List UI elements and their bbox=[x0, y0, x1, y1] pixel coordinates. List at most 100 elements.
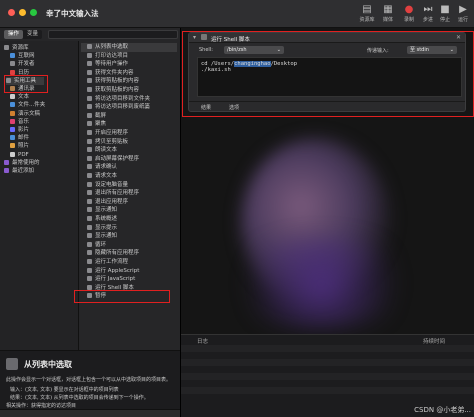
action-item-label: 退出应用程序 bbox=[95, 198, 129, 205]
action-item[interactable]: 截屏 bbox=[87, 112, 106, 121]
library-item[interactable]: 实用工具 bbox=[6, 76, 44, 85]
library-item[interactable]: 互联网 bbox=[10, 52, 35, 60]
action-item-label: 将访达项目移到文件夹 bbox=[95, 95, 151, 102]
library-item[interactable]: 文件...件夹 bbox=[10, 101, 45, 109]
action-item[interactable]: 朗读文本 bbox=[87, 146, 117, 155]
action-icon bbox=[87, 267, 92, 273]
action-item[interactable]: 获得剪贴板的内容 bbox=[87, 77, 139, 86]
result-label: 结果： bbox=[10, 395, 26, 401]
shell-label: Shell: bbox=[199, 47, 213, 53]
action-item[interactable]: 显示提示 bbox=[87, 224, 117, 233]
action-icon bbox=[87, 293, 92, 299]
action-item-label: 显示通知 bbox=[95, 207, 118, 214]
action-item[interactable]: 请求文本 bbox=[87, 172, 117, 181]
library-item[interactable]: 最近添加 bbox=[4, 167, 34, 175]
action-icon bbox=[87, 241, 92, 247]
tab-actions[interactable]: 操作 bbox=[4, 30, 24, 39]
collapse-triangle-icon[interactable]: ▾ bbox=[193, 34, 196, 41]
action-item[interactable]: 从列表中选取 bbox=[81, 43, 177, 52]
script-editor[interactable]: cd /Users/changinghao/Desktop ./kaxi.sh bbox=[197, 57, 462, 97]
library-item-label: 资源库 bbox=[12, 45, 29, 51]
library-item[interactable]: 邮件 bbox=[10, 134, 29, 142]
tab-options[interactable]: 选项 bbox=[229, 104, 239, 111]
action-item[interactable]: 运行 JavaScript bbox=[87, 275, 135, 284]
action-icon bbox=[87, 284, 92, 290]
action-item-label: 请求确认 bbox=[95, 164, 118, 171]
action-icon bbox=[87, 224, 92, 230]
toolbar-media-button[interactable]: ▦ 媒体 bbox=[377, 3, 399, 24]
action-item[interactable]: 聚焦 bbox=[87, 120, 106, 129]
action-item[interactable]: 暂停 bbox=[87, 292, 106, 301]
action-icon bbox=[87, 61, 92, 67]
action-item[interactable]: 显示通知 bbox=[87, 206, 117, 215]
library-item[interactable]: PDF bbox=[10, 151, 29, 159]
shell-select[interactable]: /bin/zsh ⌄ bbox=[224, 46, 284, 54]
action-item-label: 聚焦 bbox=[95, 121, 107, 128]
action-item-label: 启动屏幕保护程序 bbox=[95, 155, 140, 162]
action-item[interactable]: 拷贝至剪贴板 bbox=[87, 138, 128, 147]
action-item[interactable]: 运行 Shell 脚本 bbox=[87, 284, 134, 293]
library-item[interactable]: 影片 bbox=[10, 126, 29, 134]
action-icon bbox=[87, 276, 92, 282]
library-item[interactable]: 文本 bbox=[10, 93, 29, 101]
action-item-label: 运行 JavaScript bbox=[95, 276, 136, 283]
log-area: 日志 持续时间 CSDN @小老弟... bbox=[181, 334, 474, 417]
action-icon bbox=[87, 44, 92, 49]
action-item[interactable]: 运行 AppleScript bbox=[87, 267, 139, 276]
library-item[interactable]: 音乐 bbox=[10, 118, 29, 126]
action-item-label: 显示通知 bbox=[95, 233, 118, 240]
action-item[interactable]: 开启应用程序 bbox=[87, 129, 128, 138]
close-window-button[interactable] bbox=[8, 9, 15, 16]
zoom-window-button[interactable] bbox=[30, 9, 37, 16]
action-icon bbox=[87, 138, 92, 144]
action-item[interactable]: 系统概述 bbox=[87, 215, 117, 224]
action-item[interactable]: 设定电脑音量 bbox=[87, 181, 128, 190]
workflow-pane: ▾ 运行 Shell 脚本 ✕ Shell: /bin/zsh ⌄ 传递输入: … bbox=[180, 28, 474, 417]
library-item[interactable]: 日历 bbox=[10, 69, 29, 77]
action-item[interactable]: 等待用户操作 bbox=[87, 60, 128, 69]
library-item[interactable]: 通讯录 bbox=[10, 85, 35, 93]
category-icon bbox=[10, 61, 15, 67]
action-item[interactable]: 获得文件夹内容 bbox=[87, 69, 134, 78]
action-item[interactable]: 退出应用程序 bbox=[87, 198, 128, 207]
library-item[interactable]: 演示文稿 bbox=[10, 110, 40, 118]
action-item[interactable]: 将访达项目移到文件夹 bbox=[87, 95, 150, 104]
action-item[interactable]: 获取剪贴板的内容 bbox=[87, 86, 139, 95]
category-icon bbox=[4, 45, 9, 50]
action-item[interactable]: 请求确认 bbox=[87, 163, 117, 172]
toolbar-run-button[interactable]: ▶ 运行 bbox=[452, 3, 474, 24]
shell-value: /bin/zsh bbox=[227, 47, 247, 53]
tab-variables[interactable]: 变量 bbox=[23, 30, 42, 39]
action-icon bbox=[87, 173, 92, 178]
action-item[interactable]: 循环 bbox=[87, 241, 106, 250]
toolbar-library-button[interactable]: ▤ 资源库 bbox=[356, 3, 378, 24]
action-item[interactable]: 显示通知 bbox=[87, 232, 117, 241]
run-icon: ▶ bbox=[459, 4, 467, 15]
pass-input-select[interactable]: 至 stdin ⌄ bbox=[407, 46, 457, 54]
close-icon[interactable]: ✕ bbox=[456, 34, 461, 41]
action-item-label: 从列表中选取 bbox=[95, 44, 129, 50]
action-item[interactable]: 退出所有应用程序 bbox=[87, 189, 139, 198]
shell-script-card[interactable]: ▾ 运行 Shell 脚本 ✕ Shell: /bin/zsh ⌄ 传递输入: … bbox=[188, 32, 466, 112]
library-item[interactable]: 资源库 bbox=[4, 44, 29, 52]
tab-results[interactable]: 结果 bbox=[201, 104, 211, 111]
library-item[interactable]: 开发者 bbox=[10, 60, 35, 68]
search-input[interactable] bbox=[48, 30, 178, 39]
library-item-label: 照片 bbox=[18, 143, 30, 150]
action-item[interactable]: 打印访达项目 bbox=[87, 52, 128, 61]
action-item[interactable]: 启动屏幕保护程序 bbox=[87, 155, 139, 164]
minimize-window-button[interactable] bbox=[19, 9, 26, 16]
library-item[interactable]: 照片 bbox=[10, 142, 29, 150]
action-item[interactable]: 隐藏所有应用程序 bbox=[87, 249, 139, 258]
action-icon bbox=[6, 358, 18, 370]
code-line-2: ./kaxi.sh bbox=[201, 67, 231, 73]
category-icon bbox=[10, 53, 15, 59]
library-item[interactable]: 最常使用的 bbox=[4, 159, 40, 167]
duration-column-header: 持续时间 bbox=[423, 339, 446, 345]
action-item[interactable]: 运行工作流程 bbox=[87, 258, 128, 267]
action-item[interactable]: 将访达项目移到废纸篓 bbox=[87, 103, 150, 112]
library-item-label: 影片 bbox=[18, 127, 30, 133]
action-item-label: 获取剪贴板的内容 bbox=[95, 87, 140, 93]
action-item-label: 运行 AppleScript bbox=[95, 267, 140, 274]
library-item-label: 通讯录 bbox=[18, 86, 35, 92]
